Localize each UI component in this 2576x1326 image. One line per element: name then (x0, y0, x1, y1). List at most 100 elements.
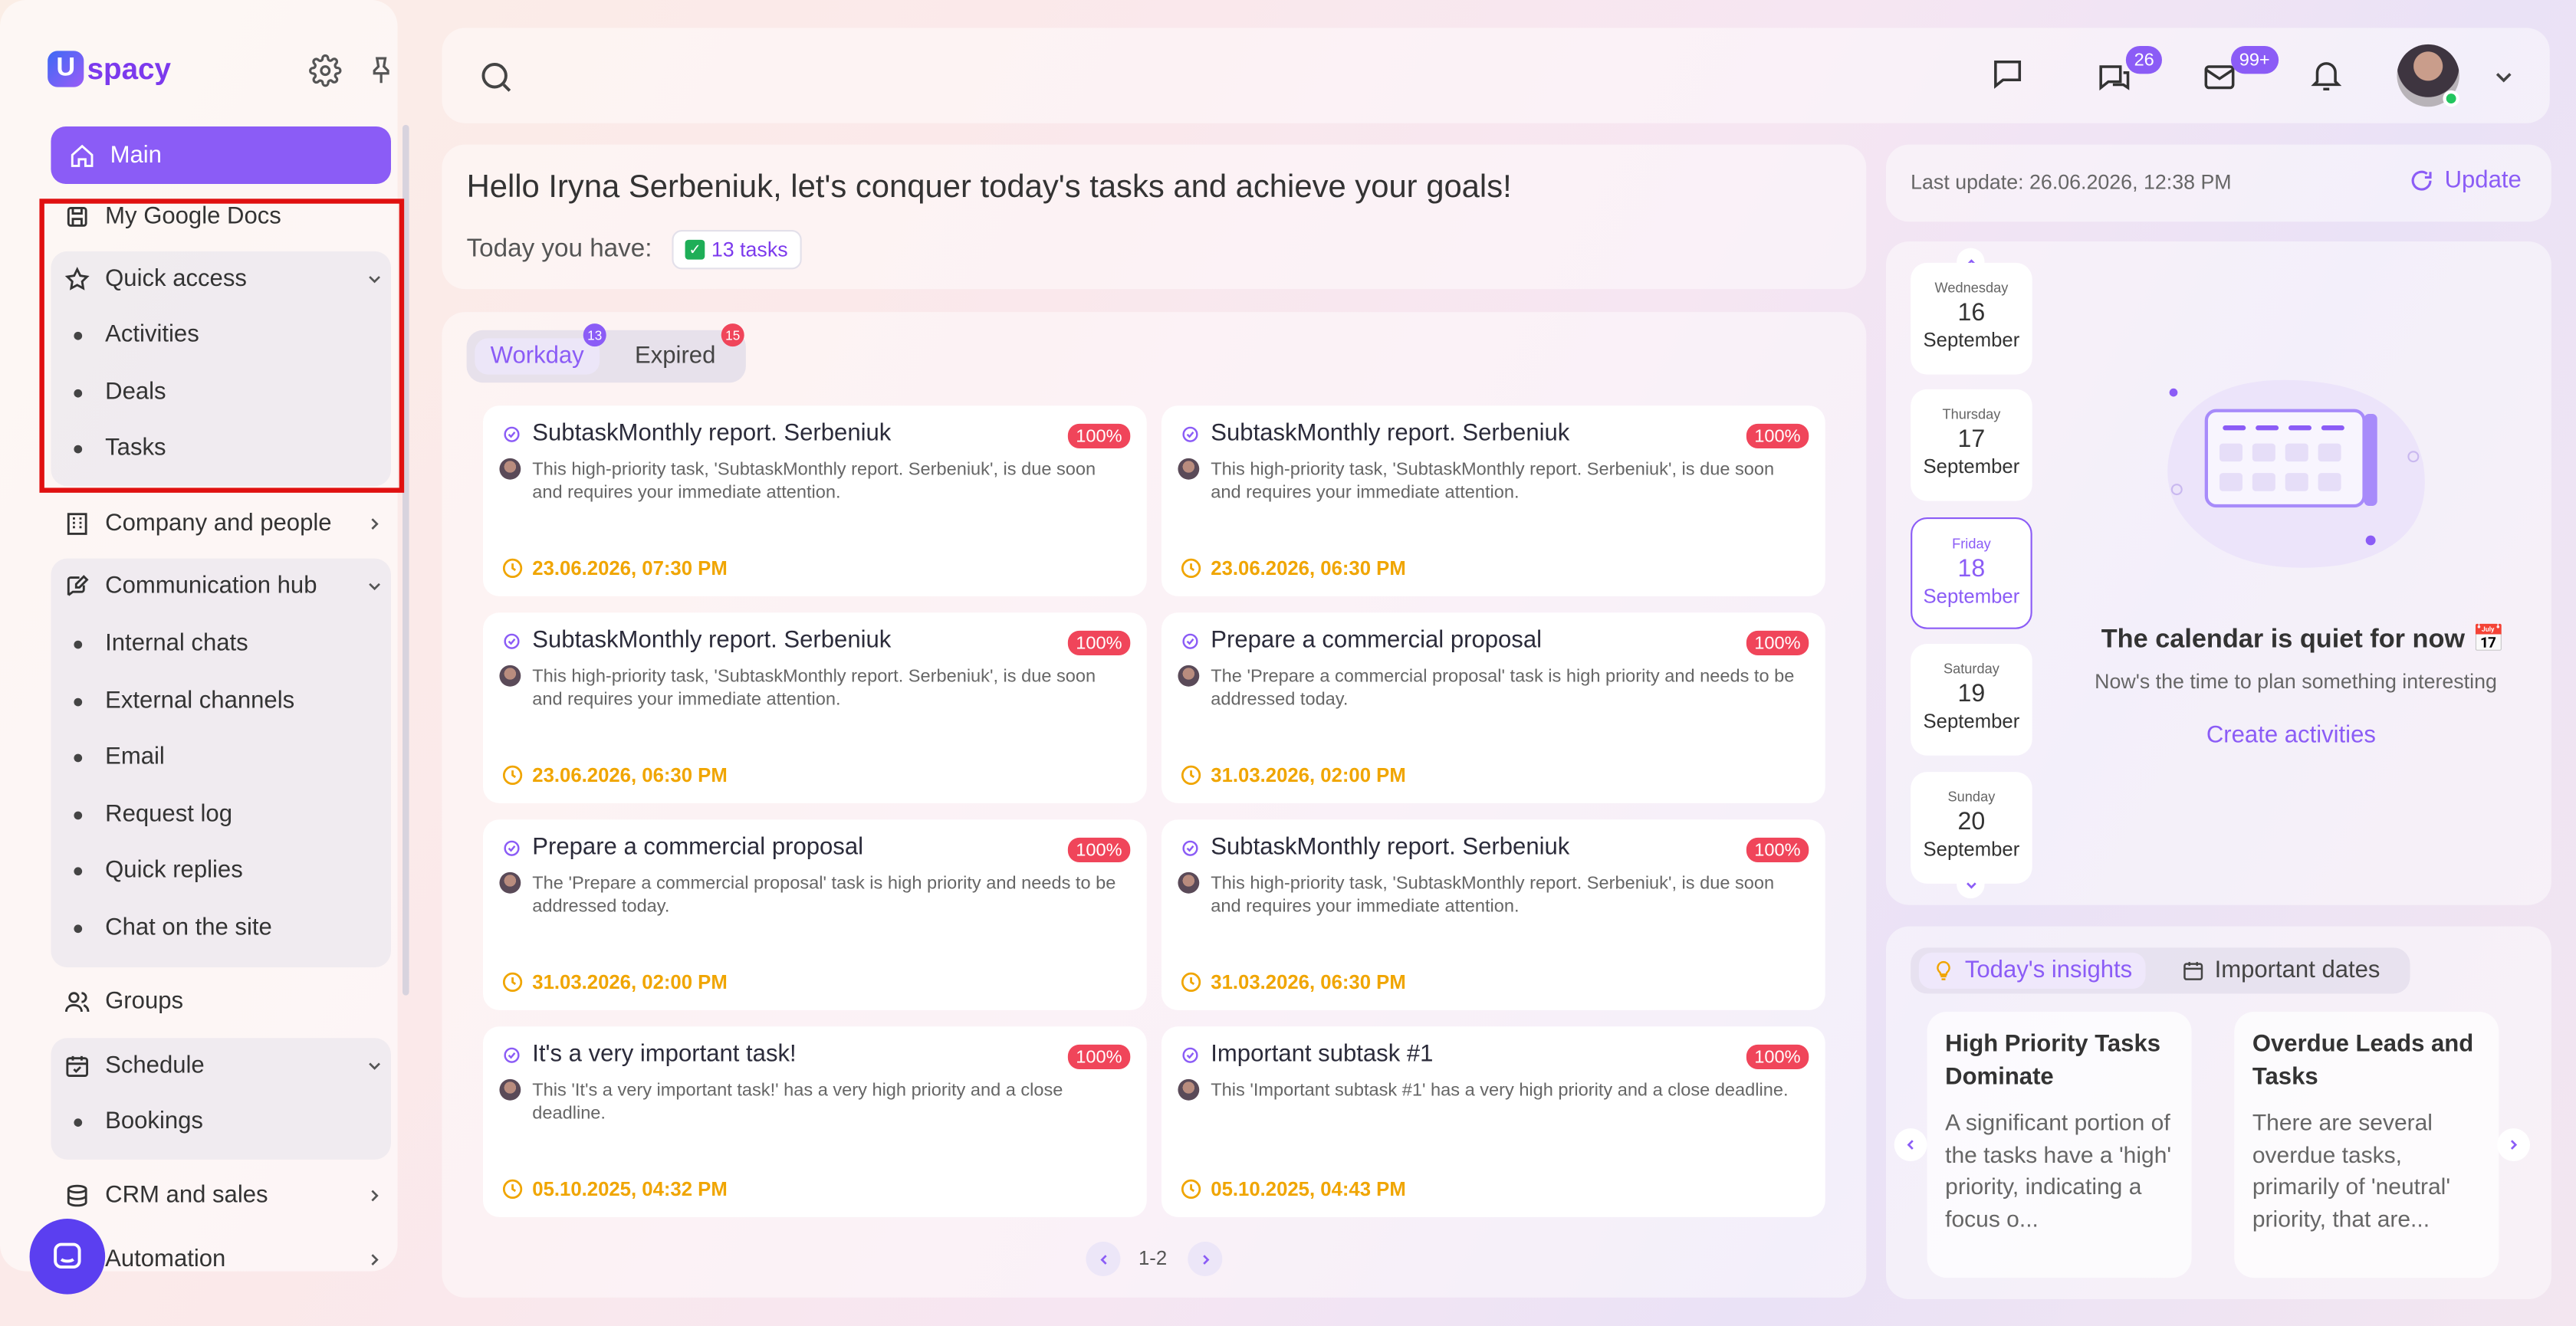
search-icon[interactable] (478, 59, 514, 95)
sidebar-item-bookings[interactable]: Bookings (51, 1101, 391, 1144)
sidebar-item-crm[interactable]: CRM and sales (64, 1181, 405, 1211)
calendar-check-icon (66, 1055, 88, 1077)
sidebar-item-communication-hub[interactable]: Communication hub (64, 572, 405, 602)
sidebar-item-chat-on-site[interactable]: Chat on the site (51, 907, 391, 950)
chevron-right-icon (371, 1190, 379, 1202)
create-activities-link[interactable]: Create activities (2206, 723, 2376, 749)
tasks-count-pill[interactable]: ✓ 13 tasks (672, 230, 801, 270)
day-month: September (1923, 455, 2020, 478)
task-card[interactable]: Important subtask #1 100% This 'Important … (1162, 1026, 1825, 1217)
day-weekday: Saturday (1943, 660, 1999, 677)
day-number: 18 (1957, 555, 1986, 583)
prev-page-button[interactable] (1086, 1242, 1121, 1276)
sidebar-item-internal-chats[interactable]: Internal chats (51, 622, 391, 665)
update-label: Update (2444, 167, 2522, 194)
sidebar-item-groups[interactable]: Groups (64, 987, 405, 1017)
sidebar-item-request-log[interactable]: Request log (51, 793, 391, 836)
clock-icon (1181, 972, 1201, 993)
support-chat-button[interactable] (29, 1219, 106, 1295)
pin-icon[interactable] (365, 54, 398, 87)
insight-card[interactable]: High Priority Tasks Dominate A significa… (1927, 1012, 2192, 1278)
insight-card[interactable]: Overdue Leads and Tasks There are severa… (2234, 1012, 2499, 1278)
assignee-avatar (499, 458, 521, 480)
insights-next-button[interactable] (2497, 1128, 2530, 1161)
sidebar-item-external-channels[interactable]: External channels (51, 680, 391, 723)
sidebar-item-schedule[interactable]: Schedule (64, 1051, 405, 1081)
task-check-icon (1182, 426, 1198, 442)
chevron-down-icon (1966, 881, 1976, 888)
chevron-right-icon (2510, 1140, 2518, 1150)
calendar-day[interactable]: Wednesday 16 September (1911, 262, 2032, 375)
insight-body: A significant portion of the tasks have … (1945, 1108, 2172, 1232)
task-deadline: 23.06.2026, 06:30 PM (532, 763, 728, 787)
sidebar-item-automation[interactable]: Automation (64, 1245, 405, 1275)
insights-prev-button[interactable] (1894, 1128, 1927, 1161)
priority-badge: 100% (1746, 630, 1809, 655)
calendar-day[interactable]: Thursday 17 September (1911, 389, 2032, 501)
logo-text: spacy (87, 51, 171, 85)
task-title: Prepare a commercial proposal (1211, 627, 1543, 654)
sidebar-item-label: Company and people (105, 510, 332, 537)
sidebar-item-label: Main (110, 142, 162, 169)
sidebar-item-quick-replies[interactable]: Quick replies (51, 849, 391, 892)
sidebar-item-label: CRM and sales (105, 1182, 268, 1209)
chevron-down-icon[interactable] (2491, 64, 2517, 90)
sidebar-item-label: Communication hub (105, 573, 317, 600)
task-title: SubtaskMonthly report. Serbeniuk (1211, 420, 1570, 447)
chevron-down-icon (369, 583, 380, 591)
task-description: This high-priority task, 'SubtaskMonthly… (1211, 874, 1775, 917)
tasks-count: 13 tasks (711, 238, 788, 261)
day-month: September (1923, 584, 2020, 608)
sidebar-item-email[interactable]: Email (51, 736, 391, 779)
task-check-icon (504, 633, 520, 649)
task-card[interactable]: SubtaskMonthly report. Serbeniuk 100% This… (483, 612, 1147, 803)
task-deadline: 05.10.2025, 04:43 PM (1211, 1177, 1406, 1201)
calendar-day[interactable]: Saturday 19 September (1911, 644, 2032, 756)
calendar-day[interactable]: Friday 18 September (1911, 517, 2032, 629)
task-check-icon (504, 1047, 520, 1063)
task-deadline: 31.03.2026, 02:00 PM (532, 970, 728, 994)
task-card[interactable]: Prepare a commercial proposal 100% The 'Pr… (483, 819, 1147, 1010)
tab-todays-insights[interactable]: Today's insights (1918, 952, 2146, 989)
app-logo[interactable]: U spacy (48, 51, 171, 87)
today-label: Today you have: (466, 235, 652, 263)
calendar-day[interactable]: Sunday 20 September (1911, 772, 2032, 884)
workday-count-badge: 13 (583, 323, 606, 347)
tab-workday[interactable]: Workday (475, 338, 600, 375)
task-deadline: 23.06.2026, 07:30 PM (532, 556, 728, 580)
chats-badge: 26 (2125, 46, 2163, 74)
tab-label: Important dates (2214, 957, 2380, 984)
assignee-avatar (499, 665, 521, 687)
task-title: Prepare a commercial proposal (532, 834, 864, 861)
task-card[interactable]: SubtaskMonthly report. Serbeniuk 100% This… (1162, 819, 1825, 1010)
task-card[interactable]: Prepare a commercial proposal 100% The 'Pr… (1162, 612, 1825, 803)
chevron-left-icon (1099, 1254, 1106, 1264)
sidebar-item-main[interactable]: Main (51, 126, 391, 184)
tab-important-dates[interactable]: Important dates (2169, 953, 2394, 989)
task-title: Important subtask #1 (1211, 1041, 1434, 1068)
sidebar-item-company[interactable]: Company and people (64, 509, 405, 539)
update-button[interactable]: Update (2408, 167, 2522, 194)
task-title: SubtaskMonthly report. Serbeniuk (532, 420, 892, 447)
task-card[interactable]: SubtaskMonthly report. Serbeniuk 100% This… (1162, 405, 1825, 596)
tab-expired[interactable]: Expired (616, 338, 734, 374)
task-card[interactable]: It's a very important task! 100% This 'It'… (483, 1026, 1147, 1217)
calendar-down-button[interactable] (1957, 870, 1985, 899)
clock-icon (502, 558, 523, 579)
priority-badge: 100% (1746, 1044, 1809, 1069)
insight-body: There are several overdue tasks, primari… (2252, 1108, 2451, 1232)
task-description: The 'Prepare a commercial proposal' task… (1211, 667, 1795, 710)
assignee-avatar (499, 1078, 521, 1101)
day-month: September (1923, 709, 2020, 733)
task-card[interactable]: SubtaskMonthly report. Serbeniuk 100% This… (483, 405, 1147, 596)
chevron-left-icon (1907, 1140, 1914, 1150)
day-number: 20 (1957, 808, 1986, 836)
calendar-empty-title: The calendar is quiet for now 📅 (2101, 625, 2505, 654)
settings-gear-icon[interactable] (309, 54, 342, 87)
logo-mark: U (48, 51, 84, 87)
task-description: This high-priority task, 'SubtaskMonthly… (1211, 460, 1775, 503)
message-icon[interactable] (1990, 56, 2026, 92)
sidebar-item-label: Schedule (105, 1052, 205, 1079)
next-page-button[interactable] (1188, 1242, 1223, 1276)
bell-icon[interactable] (2308, 57, 2344, 94)
